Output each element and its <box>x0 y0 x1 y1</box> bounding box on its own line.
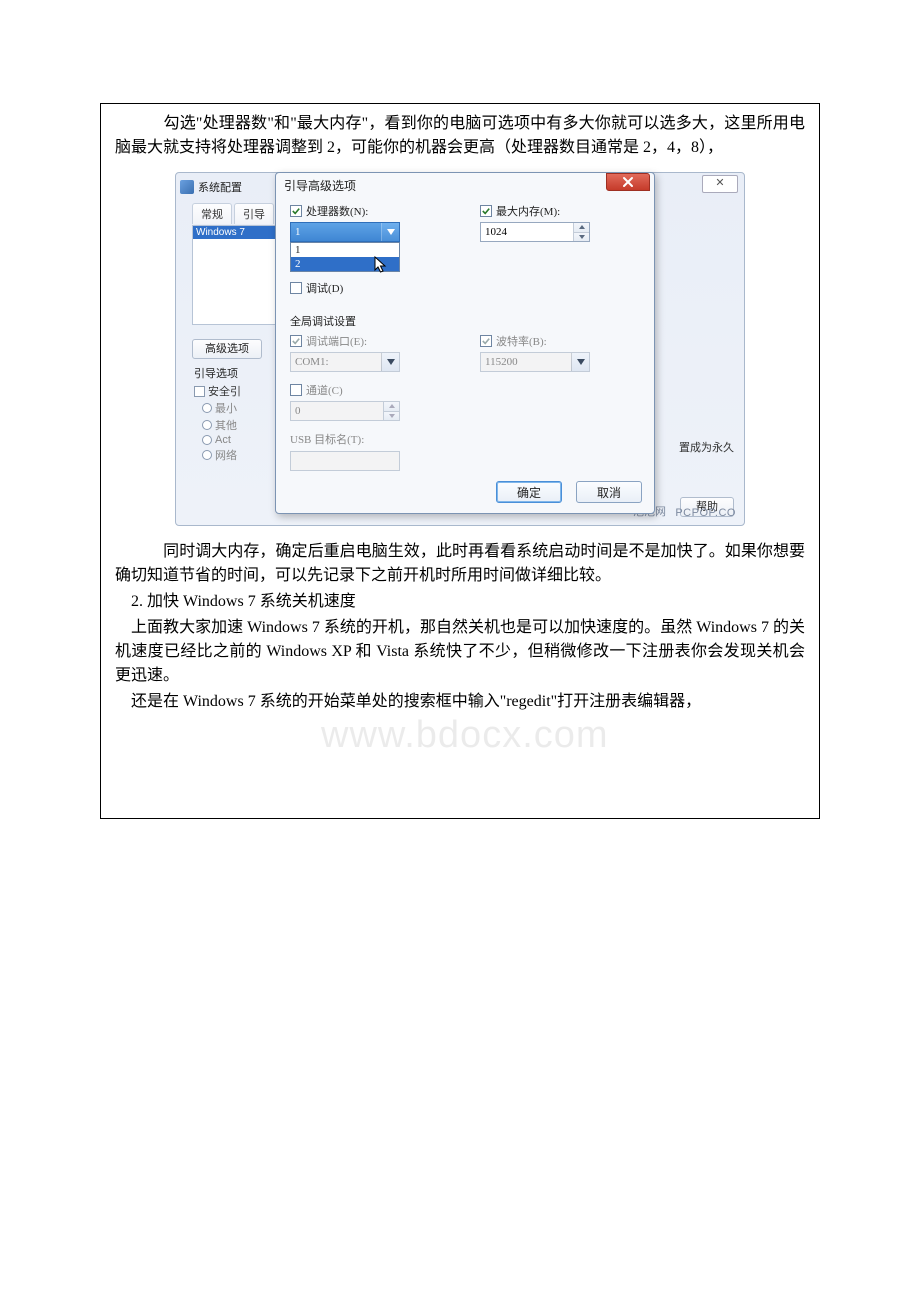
radio-other-label: 其他 <box>215 417 237 433</box>
tab-general[interactable]: 常规 <box>192 203 232 224</box>
bg-tabs: 常规 引导 <box>192 203 274 224</box>
channel-spinner: 0 <box>290 401 400 421</box>
document-frame: 勾选"处理器数"和"最大内存"，看到你的电脑可选项中有多大你就可以选多大，这里所… <box>100 103 820 819</box>
maxmem-checkbox[interactable]: 最大内存(M): <box>480 203 640 219</box>
bg-titlebar: 系统配置 <box>180 177 280 197</box>
spinner-down-icon[interactable] <box>574 232 589 242</box>
debug-checkbox[interactable]: 调试(D) <box>290 280 450 296</box>
channel-label: 通道(C) <box>306 382 343 398</box>
check-icon <box>292 337 300 345</box>
checkbox-icon <box>290 335 302 347</box>
paragraph-2: 同时调大内存，确定后重启电脑生效，此时再看看系统启动时间是不是加快了。如果你想要… <box>115 540 805 588</box>
dialog-buttons: 确定 取消 <box>496 481 642 503</box>
dialog-title: 引导高级选项 <box>284 177 356 194</box>
boot-options-group: 引导选项 安全引 最小 其他 Act 网络 <box>194 365 241 463</box>
processors-value: 1 <box>295 226 301 238</box>
chevron-down-icon <box>571 353 589 371</box>
processors-label: 处理器数(N): <box>306 203 368 219</box>
checkbox-icon <box>194 386 205 397</box>
spinner-up-icon <box>384 402 399 411</box>
spinner-down-icon <box>384 411 399 421</box>
processors-checkbox[interactable]: 处理器数(N): <box>290 203 450 219</box>
usb-target-input <box>290 451 400 471</box>
bg-close-button[interactable]: ✕ <box>702 175 738 193</box>
set-permanent-label: 置成为永久 <box>679 439 734 455</box>
os-listbox[interactable]: Windows 7 <box>192 225 282 325</box>
cursor-icon <box>374 256 388 274</box>
advanced-options-button[interactable]: 高级选项 <box>192 339 262 359</box>
close-icon <box>622 176 634 188</box>
radio-icon <box>202 450 212 460</box>
safe-boot-label: 安全引 <box>208 383 241 399</box>
maxmem-label: 最大内存(M): <box>496 203 560 219</box>
spinner-up-icon[interactable] <box>574 223 589 232</box>
checkbox-icon <box>290 205 302 217</box>
screenshot: 系统配置 ✕ 常规 引导 Windows 7 高级选项 引导选项 安全引 最小 … <box>175 172 745 526</box>
page-watermark: www.bdocx.com <box>321 714 609 757</box>
chevron-down-icon <box>381 353 399 371</box>
checkbox-icon <box>480 335 492 347</box>
usb-target-label: USB 目标名(T): <box>290 431 450 447</box>
ok-button[interactable]: 确定 <box>496 481 562 503</box>
debugport-checkbox: 调试端口(E): <box>290 333 450 349</box>
watermark-pcpop: PCPOP.CO <box>675 507 736 519</box>
radio-icon <box>202 403 212 413</box>
global-debug-heading: 全局调试设置 <box>290 313 640 329</box>
close-button[interactable] <box>606 173 650 191</box>
safe-boot-check[interactable]: 安全引 <box>194 383 241 399</box>
processors-option-1[interactable]: 1 <box>291 243 399 257</box>
paragraph-5: 还是在 Windows 7 系统的开始菜单处的搜索框中输入"regedit"打开… <box>115 690 805 714</box>
checkbox-icon <box>290 282 302 294</box>
checkbox-icon <box>480 205 492 217</box>
os-list-selected[interactable]: Windows 7 <box>193 226 281 239</box>
tab-boot[interactable]: 引导 <box>234 203 274 224</box>
baud-checkbox: 波特率(B): <box>480 333 640 349</box>
processors-combo[interactable]: 1 <box>290 222 400 242</box>
maxmem-value: 1024 <box>485 226 573 238</box>
baud-combo: 115200 <box>480 352 590 372</box>
bg-window-title: 系统配置 <box>198 179 242 195</box>
radio-minimal[interactable]: 最小 <box>202 400 241 416</box>
radio-network-label: 网络 <box>215 447 237 463</box>
radio-act-label: Act <box>215 434 231 446</box>
radio-minimal-label: 最小 <box>215 400 237 416</box>
debugport-label: 调试端口(E): <box>306 333 367 349</box>
baud-label: 波特率(B): <box>496 333 547 349</box>
channel-checkbox: 通道(C) <box>290 382 450 398</box>
check-icon <box>482 337 490 345</box>
paragraph-4: 上面教大家加速 Windows 7 系统的开机，那自然关机也是可以加快速度的。虽… <box>115 616 805 688</box>
app-icon <box>180 180 194 194</box>
channel-value: 0 <box>295 405 383 417</box>
paragraph-3: 2. 加快 Windows 7 系统关机速度 <box>115 590 805 614</box>
debugport-value: COM1: <box>295 356 329 368</box>
radio-network[interactable]: 网络 <box>202 447 241 463</box>
checkbox-icon <box>290 384 302 396</box>
debugport-combo: COM1: <box>290 352 400 372</box>
debug-label: 调试(D) <box>306 280 343 296</box>
paragraph-1: 勾选"处理器数"和"最大内存"，看到你的电脑可选项中有多大你就可以选多大，这里所… <box>115 112 805 160</box>
check-icon <box>482 207 490 215</box>
check-icon <box>292 207 300 215</box>
boot-advanced-options-dialog: 引导高级选项 处理器数(N): <box>275 172 655 514</box>
radio-other[interactable]: 其他 <box>202 417 241 433</box>
radio-act[interactable]: Act <box>202 434 241 446</box>
chevron-down-icon <box>381 223 399 241</box>
baud-value: 115200 <box>485 356 518 368</box>
cancel-button[interactable]: 取消 <box>576 481 642 503</box>
radio-icon <box>202 420 212 430</box>
dialog-body: 处理器数(N): 1 1 2 <box>276 197 654 471</box>
radio-icon <box>202 435 212 445</box>
boot-options-label: 引导选项 <box>194 365 241 381</box>
maxmem-spinner[interactable]: 1024 <box>480 222 590 242</box>
